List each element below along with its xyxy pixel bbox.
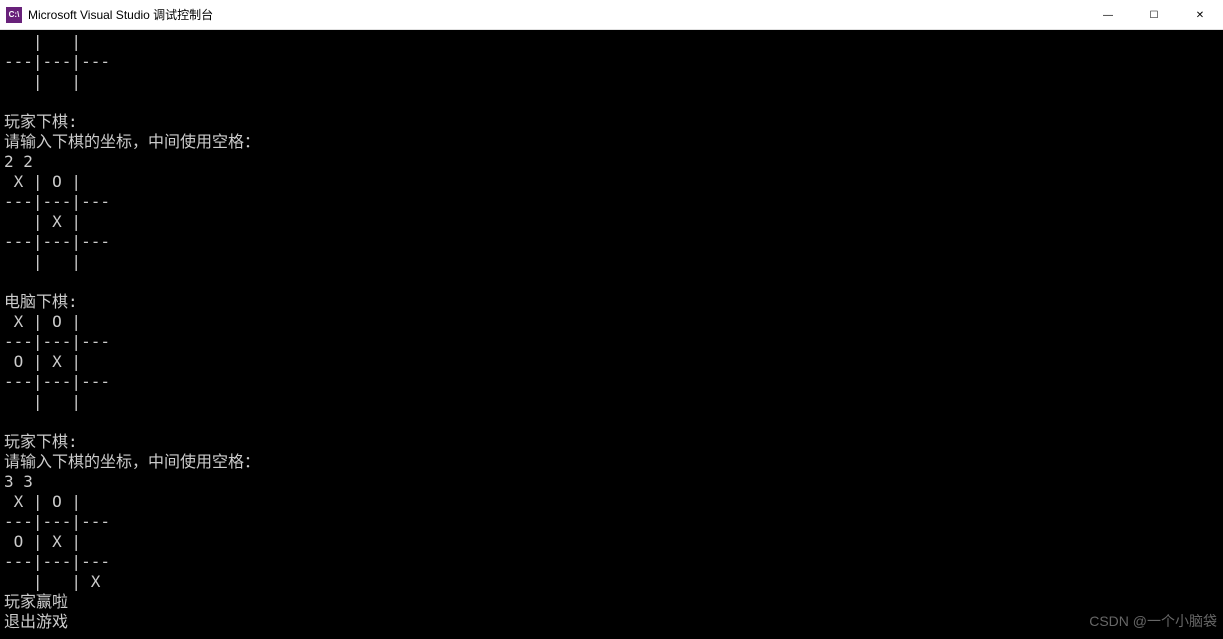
window-title: Microsoft Visual Studio 调试控制台: [28, 6, 213, 23]
window-controls: — ☐ ✕: [1085, 0, 1223, 30]
console-text: | | ---|---|--- | | 玩家下棋: 请输入下棋的坐标，中间使用空…: [4, 32, 964, 639]
maximize-button[interactable]: ☐: [1131, 0, 1177, 30]
app-icon: C:\: [6, 7, 22, 23]
console-output[interactable]: | | ---|---|--- | | 玩家下棋: 请输入下棋的坐标，中间使用空…: [0, 30, 1223, 639]
minimize-button[interactable]: —: [1085, 0, 1131, 30]
watermark-text: CSDN @一个小脑袋: [1089, 611, 1217, 631]
title-bar: C:\ Microsoft Visual Studio 调试控制台 — ☐ ✕: [0, 0, 1223, 30]
close-button[interactable]: ✕: [1177, 0, 1223, 30]
